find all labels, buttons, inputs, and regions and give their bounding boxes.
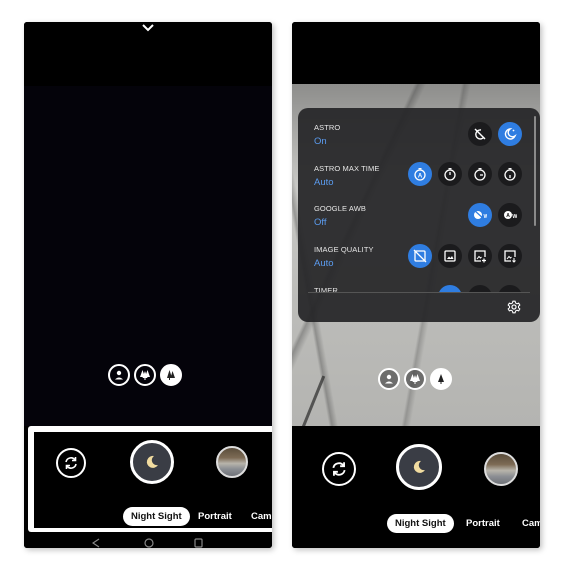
setting-title-google-awb: GOOGLE AWB [314, 204, 366, 213]
astro-time-medium-option[interactable] [468, 162, 492, 186]
mode-night-sight[interactable]: Night Sight [123, 507, 190, 526]
lens-wide-button[interactable] [404, 368, 426, 390]
quality-plus-icon [474, 250, 486, 263]
setting-value-astro-max-time: Auto [314, 177, 334, 188]
trees-icon [140, 370, 150, 380]
setting-title-astro: ASTRO [314, 123, 341, 132]
navigation-bar [24, 532, 272, 548]
astro-off-option[interactable] [468, 122, 492, 146]
top-bar [24, 22, 272, 86]
chevron-down-icon[interactable] [142, 24, 154, 32]
awb-on-option[interactable]: AW [498, 203, 522, 227]
lens-portrait-button[interactable] [378, 368, 400, 390]
gallery-thumbnail[interactable] [484, 452, 518, 486]
mode-portrait[interactable]: Portrait [466, 518, 500, 529]
awb-off-icon: W [473, 209, 487, 221]
settings-panel: ASTRO On ASTRO MAX TIME Auto A GOOGLE AW… [298, 108, 540, 322]
timer-3s-option[interactable] [468, 285, 492, 292]
astro-time-long-option[interactable] [498, 162, 522, 186]
back-icon[interactable] [92, 538, 100, 548]
quality-normal-option[interactable] [438, 244, 462, 268]
lens-standard-button[interactable] [430, 368, 452, 390]
awb-off-option[interactable]: W [468, 203, 492, 227]
shutter-button[interactable] [130, 440, 174, 484]
astro-time-short-option[interactable] [438, 162, 462, 186]
moon-icon [413, 460, 425, 473]
top-bar [292, 22, 540, 84]
timer-off-option[interactable] [438, 285, 462, 292]
mode-night-sight[interactable]: Night Sight [387, 514, 454, 533]
home-icon[interactable] [144, 538, 154, 548]
setting-value-google-awb: Off [314, 217, 327, 228]
right-phone-screen: ASTRO On ASTRO MAX TIME Auto A GOOGLE AW… [292, 22, 540, 548]
quality-plus-option[interactable] [468, 244, 492, 268]
camera-switch-icon [332, 462, 346, 476]
setting-value-astro: On [314, 136, 327, 147]
quality-down-icon [504, 250, 516, 263]
mode-camera[interactable]: Came [251, 511, 272, 522]
camera-controls: Night Sight Portrait Camer [292, 426, 540, 548]
left-phone-screen: Night Sight Portrait Came [24, 22, 272, 548]
quality-normal-icon [444, 250, 456, 262]
setting-value-image-quality: Auto [314, 258, 334, 269]
lens-portrait-button[interactable] [108, 364, 130, 386]
quality-down-option[interactable] [498, 244, 522, 268]
gallery-thumbnail[interactable] [216, 446, 248, 478]
astro-on-icon [504, 128, 517, 140]
lens-standard-button[interactable] [160, 364, 182, 386]
tree-icon [438, 374, 444, 384]
tree-icon [167, 370, 175, 380]
setting-title-image-quality: IMAGE QUALITY [314, 245, 374, 254]
setting-title-astro-max-time: ASTRO MAX TIME [314, 164, 380, 173]
astro-time-auto-option[interactable]: A [408, 162, 432, 186]
timer-long-icon [504, 168, 516, 181]
lens-wide-button[interactable] [134, 364, 156, 386]
timer-medium-icon [474, 168, 486, 181]
mode-portrait[interactable]: Portrait [198, 511, 232, 522]
camera-switch-icon [65, 457, 77, 469]
switch-camera-button[interactable] [56, 448, 86, 478]
trees-icon [410, 374, 420, 384]
person-icon [385, 374, 393, 384]
svg-text:A: A [506, 213, 510, 219]
lens-selector [378, 368, 452, 390]
gear-icon[interactable] [507, 300, 521, 314]
lens-selector [108, 364, 182, 386]
panel-divider [308, 292, 530, 293]
astro-on-option[interactable] [498, 122, 522, 146]
recents-icon[interactable] [194, 538, 203, 548]
awb-on-icon: AW [504, 211, 517, 220]
timer-short-icon [444, 168, 456, 181]
quality-auto-icon [413, 249, 427, 263]
astro-off-icon [474, 128, 486, 140]
camera-controls: Night Sight Portrait Came [28, 426, 272, 532]
svg-text:A: A [418, 174, 423, 180]
svg-text:W: W [512, 214, 517, 220]
quality-auto-option[interactable] [408, 244, 432, 268]
moon-icon [146, 455, 158, 468]
person-icon [115, 370, 123, 380]
timer-auto-icon: A [414, 168, 426, 181]
timer-10s-option[interactable] [498, 285, 522, 292]
switch-camera-button[interactable] [322, 452, 356, 486]
shutter-button[interactable] [396, 444, 442, 490]
mode-camera[interactable]: Camer [522, 518, 540, 529]
